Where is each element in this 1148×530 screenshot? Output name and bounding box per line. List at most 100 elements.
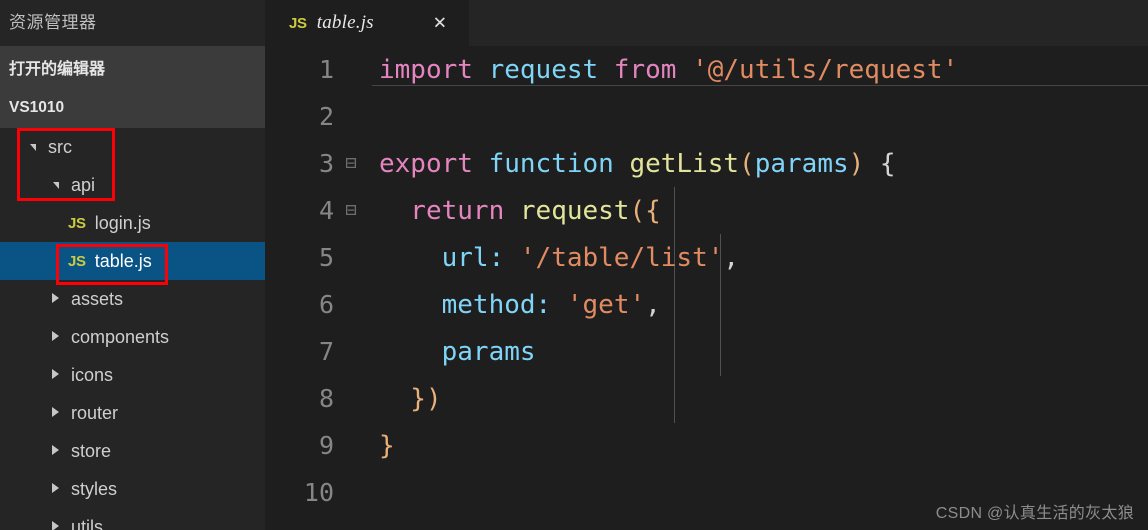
line-number: 10 bbox=[303, 478, 334, 507]
tree-item-label: store bbox=[71, 440, 112, 461]
line-number: 5 bbox=[318, 243, 334, 272]
tree-item-styles[interactable]: styles bbox=[0, 470, 265, 508]
code-line-content: import request from '@/utils/request' bbox=[368, 46, 1148, 86]
tree-item-label: src bbox=[48, 136, 72, 157]
code-line-6: 6 method: 'get', bbox=[265, 281, 1148, 328]
token-property: params bbox=[379, 336, 536, 367]
code-line-8: 8 }) bbox=[265, 375, 1148, 422]
file-tree: src api JS login.js JS table.js assets c… bbox=[0, 128, 265, 530]
line-number: 2 bbox=[318, 102, 334, 131]
tree-item-label: login.js bbox=[94, 212, 151, 233]
code-line-2: 2 bbox=[265, 93, 1148, 140]
token-string: '/table/list' bbox=[519, 242, 724, 273]
code-line-content: params bbox=[368, 337, 1148, 367]
token-function-call: request bbox=[504, 195, 630, 226]
tree-item-table-js[interactable]: JS table.js bbox=[0, 242, 265, 280]
token-bracket: ({ bbox=[629, 195, 661, 226]
chevron-right-icon[interactable] bbox=[47, 292, 64, 306]
chevron-down-icon[interactable] bbox=[47, 180, 64, 191]
tab-table-js[interactable]: JS table.js ✕ bbox=[265, 0, 469, 46]
explorer-title: 资源管理器 bbox=[0, 0, 265, 46]
tree-item-label: styles bbox=[71, 478, 118, 499]
token-string: 'get' bbox=[566, 289, 646, 320]
editor-pane: JS table.js ✕ 1 import request from '@/u… bbox=[265, 0, 1148, 530]
code-line-content: return request({ bbox=[368, 196, 1148, 226]
token-bracket: ) bbox=[848, 148, 865, 179]
tree-item-label: components bbox=[71, 326, 170, 347]
open-editors-label: 打开的编辑器 bbox=[9, 61, 106, 78]
tree-item-label: router bbox=[71, 402, 119, 423]
close-icon[interactable]: ✕ bbox=[433, 15, 447, 32]
chevron-right-icon[interactable] bbox=[47, 520, 64, 530]
chevron-right-icon[interactable] bbox=[47, 330, 64, 344]
tree-item-label: table.js bbox=[94, 250, 152, 271]
code-editor[interactable]: 1 import request from '@/utils/request' … bbox=[265, 46, 1148, 530]
token-parameter: params bbox=[754, 148, 849, 179]
token-colon: : bbox=[535, 289, 567, 320]
token-property: url bbox=[379, 242, 489, 273]
line-number: 6 bbox=[318, 290, 334, 319]
token-keyword: from bbox=[598, 54, 677, 85]
tree-item-api[interactable]: api bbox=[0, 166, 265, 204]
token-identifier: request bbox=[472, 54, 599, 85]
token-colon: : bbox=[488, 242, 520, 273]
vscode-window: 资源管理器 打开的编辑器 VS1010 src api JS login.js bbox=[0, 0, 1148, 530]
tab-bar: JS table.js ✕ bbox=[265, 0, 1148, 46]
js-file-icon: JS bbox=[289, 14, 307, 32]
code-line-content: export function getList(params) { bbox=[368, 149, 1148, 179]
tree-item-components[interactable]: components bbox=[0, 318, 265, 356]
tree-item-utils[interactable]: utils bbox=[0, 508, 265, 530]
token-brace: { bbox=[864, 148, 896, 179]
code-line-content: method: 'get', bbox=[368, 290, 1148, 320]
line-number: 9 bbox=[318, 431, 334, 460]
token-keyword: function bbox=[472, 148, 614, 179]
explorer-sidebar: 资源管理器 打开的编辑器 VS1010 src api JS login.js bbox=[0, 0, 265, 530]
line-number: 1 bbox=[318, 55, 334, 84]
js-file-icon: JS bbox=[68, 214, 86, 232]
chevron-right-icon[interactable] bbox=[47, 368, 64, 382]
tree-item-label: icons bbox=[71, 364, 114, 385]
tree-item-icons[interactable]: icons bbox=[0, 356, 265, 394]
line-number: 7 bbox=[318, 337, 334, 366]
workspace-section-header[interactable]: VS1010 bbox=[0, 88, 265, 128]
fold-marker-icon[interactable]: ⊟ bbox=[334, 201, 368, 220]
tree-item-label: utils bbox=[71, 516, 104, 530]
token-keyword: export bbox=[379, 148, 473, 179]
fold-marker-icon[interactable]: ⊟ bbox=[334, 154, 368, 173]
code-line-9: 9 } bbox=[265, 422, 1148, 469]
token-comma: , bbox=[723, 242, 740, 273]
code-line-1: 1 import request from '@/utils/request' bbox=[265, 46, 1148, 93]
open-editors-section-header[interactable]: 打开的编辑器 bbox=[0, 46, 265, 88]
token-comma: , bbox=[645, 289, 661, 320]
tab-label: table.js bbox=[316, 12, 374, 33]
token-property: method bbox=[379, 289, 536, 320]
line-number: 4 bbox=[318, 196, 334, 225]
workspace-label: VS1010 bbox=[9, 99, 65, 116]
chevron-down-icon[interactable] bbox=[24, 142, 41, 153]
token-string: '@/utils/request' bbox=[676, 54, 959, 85]
code-line-3: 3 ⊟ export function getList(params) { bbox=[265, 140, 1148, 187]
code-line-5: 5 url: '/table/list', bbox=[265, 234, 1148, 281]
token-function-name: getList bbox=[613, 148, 740, 179]
tree-item-store[interactable]: store bbox=[0, 432, 265, 470]
code-line-4: 4 ⊟ return request({ bbox=[265, 187, 1148, 234]
line-number: 8 bbox=[318, 384, 334, 413]
token-keyword: return bbox=[379, 195, 505, 226]
tree-item-src[interactable]: src bbox=[0, 128, 265, 166]
token-keyword: import bbox=[379, 54, 473, 85]
token-bracket: } bbox=[379, 430, 395, 461]
tree-item-router[interactable]: router bbox=[0, 394, 265, 432]
line-number: 3 bbox=[318, 149, 334, 178]
token-bracket: }) bbox=[379, 383, 442, 414]
chevron-right-icon[interactable] bbox=[47, 406, 64, 420]
code-line-content: url: '/table/list', bbox=[368, 243, 1148, 273]
chevron-right-icon[interactable] bbox=[47, 444, 64, 458]
code-line-7: 7 params bbox=[265, 328, 1148, 375]
code-line-content: }) bbox=[368, 384, 1148, 414]
chevron-right-icon[interactable] bbox=[47, 482, 64, 496]
tree-item-login-js[interactable]: JS login.js bbox=[0, 204, 265, 242]
tree-item-assets[interactable]: assets bbox=[0, 280, 265, 318]
token-bracket: ( bbox=[739, 148, 755, 179]
watermark: CSDN @认真生活的灰太狼 bbox=[935, 505, 1134, 522]
tree-item-label: assets bbox=[71, 288, 124, 309]
